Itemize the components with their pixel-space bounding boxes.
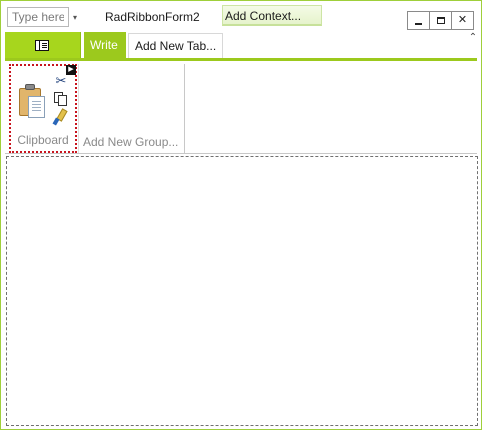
tab-add-new-tab[interactable]: Add New Tab... — [128, 33, 223, 59]
ribbon-tab-strip: Write Add New Tab... ⌃ — [5, 32, 481, 59]
close-button[interactable]: ✕ — [451, 11, 474, 30]
window-title: RadRibbonForm2 — [105, 10, 200, 24]
clipboard-group[interactable]: ✂ ▶ Clipboard — [9, 64, 77, 153]
maximize-icon — [437, 17, 445, 24]
form-content-area[interactable] — [6, 156, 478, 426]
chevron-up-icon[interactable]: ⌃ — [467, 32, 479, 44]
window-controls: ✕ — [407, 11, 477, 30]
close-icon: ✕ — [457, 14, 468, 26]
add-new-group[interactable]: Add New Group... — [79, 64, 185, 153]
ribbon-form-window: ▾ RadRibbonForm2 Add Context... ✕ Write … — [0, 0, 482, 430]
quick-access-input[interactable] — [7, 7, 69, 27]
paste-icon[interactable] — [19, 84, 47, 120]
minimize-icon — [415, 23, 422, 25]
maximize-button[interactable] — [429, 11, 452, 30]
minimize-button[interactable] — [407, 11, 430, 30]
clipboard-clip — [25, 84, 35, 90]
add-new-group-label: Add New Group... — [83, 135, 179, 149]
brush-handle — [52, 117, 60, 126]
cut-icon[interactable]: ✂ — [53, 74, 69, 88]
clipboard-group-label: Clipboard — [17, 133, 69, 147]
application-menu-button[interactable] — [5, 32, 81, 59]
tab-write[interactable]: Write — [84, 32, 126, 59]
title-bar: ▾ RadRibbonForm2 Add Context... ✕ — [1, 1, 481, 31]
application-menu-icon — [35, 40, 49, 51]
ribbon-panel: ✂ ▶ Clipboard Add New Group... — [5, 58, 477, 154]
dialog-launcher-icon[interactable]: ▶ — [66, 65, 76, 75]
down-triangle-icon[interactable]: ▾ — [70, 11, 80, 25]
format-painter-icon[interactable] — [52, 108, 69, 126]
copy-icon[interactable] — [54, 92, 68, 106]
add-context-button[interactable]: Add Context... — [222, 5, 322, 26]
clipboard-paper — [28, 96, 45, 118]
copy-sheet-front — [58, 95, 67, 106]
